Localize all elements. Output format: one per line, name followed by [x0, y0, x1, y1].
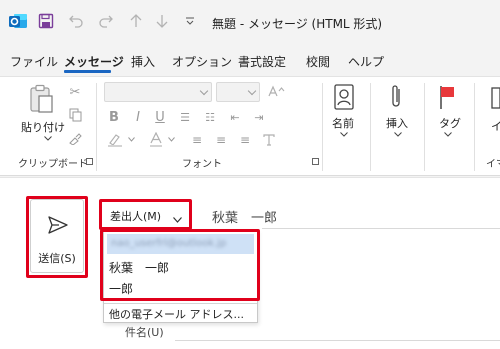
ribbon-separator: [322, 83, 323, 171]
grow-font-icon[interactable]: [266, 84, 286, 100]
ribbon-separator: [96, 83, 97, 171]
tag-chevron-icon[interactable]: [442, 129, 454, 139]
numbering-icon[interactable]: ☷: [203, 110, 217, 124]
customize-toolbar-icon[interactable]: [180, 11, 200, 31]
align-right-icon[interactable]: ≡: [238, 133, 252, 147]
dropdown-highlight-box: [100, 229, 260, 301]
ribbon-separator: [370, 83, 371, 171]
font-size-combo[interactable]: [216, 82, 260, 102]
dropdown-other-address[interactable]: 他の電子メール アドレス...: [109, 306, 244, 322]
underline-icon[interactable]: U: [154, 110, 166, 125]
clipboard-group-label: クリップボード: [18, 159, 88, 170]
attach-file-icon[interactable]: [385, 82, 407, 112]
tab-message[interactable]: メッセージ: [64, 53, 124, 70]
font-launcher-icon[interactable]: [312, 158, 319, 165]
from-field-underline: [262, 228, 500, 229]
subject-label: 件名(U): [125, 326, 164, 339]
dropdown-separator: [104, 303, 257, 304]
tab-options[interactable]: オプション: [172, 53, 232, 70]
ribbon-separator: [424, 83, 425, 171]
save-icon[interactable]: [36, 11, 56, 31]
subject-field-underline[interactable]: [175, 340, 500, 341]
clear-format-icon[interactable]: [262, 132, 276, 148]
down-arrow-icon[interactable]: [152, 11, 172, 31]
font-color-icon[interactable]: [148, 131, 164, 149]
font-name-combo[interactable]: [104, 82, 212, 102]
tab-help[interactable]: ヘルプ: [348, 53, 384, 70]
font-group-label: フォント: [182, 159, 222, 170]
active-tab-indicator: [64, 70, 111, 73]
italic-icon[interactable]: I: [132, 110, 144, 125]
ribbon-separator: [474, 83, 475, 171]
paste-icon[interactable]: [26, 83, 56, 115]
from-display-name: 秋葉 一郎: [212, 211, 278, 226]
names-chevron-icon[interactable]: [338, 129, 350, 139]
partial-label[interactable]: イ: [491, 118, 500, 134]
font-color-chevron-icon[interactable]: [166, 134, 176, 144]
outlook-app-icon: [8, 11, 28, 31]
flag-icon[interactable]: [436, 82, 458, 112]
partial-group-label: イマ: [486, 159, 500, 170]
bold-icon[interactable]: B: [108, 110, 120, 125]
tab-review[interactable]: 校閲: [306, 53, 330, 70]
up-arrow-icon[interactable]: [126, 11, 146, 31]
partial-group-icon[interactable]: [488, 85, 500, 113]
align-left-icon[interactable]: ≡: [190, 133, 204, 147]
bullets-icon[interactable]: ☰: [178, 110, 192, 124]
highlight-icon[interactable]: [106, 132, 124, 148]
undo-icon[interactable]: [66, 11, 86, 31]
tab-file[interactable]: ファイル: [10, 53, 58, 70]
tab-format[interactable]: 書式設定: [238, 53, 286, 70]
send-highlight-box: [26, 196, 88, 278]
decrease-indent-icon[interactable]: ⇤: [228, 110, 242, 124]
tab-insert[interactable]: 挿入: [131, 53, 155, 70]
highlight-chevron-icon[interactable]: [126, 134, 136, 144]
align-center-icon[interactable]: ≡: [214, 133, 228, 147]
clipboard-launcher-icon[interactable]: [86, 158, 93, 165]
cut-icon[interactable]: ✂: [67, 84, 83, 100]
format-painter-icon[interactable]: [67, 130, 83, 146]
from-highlight-box: [99, 199, 192, 230]
window-title: 無題 - メッセージ (HTML 形式): [212, 17, 383, 31]
title-bar: 無題 - メッセージ (HTML 形式): [0, 0, 500, 44]
address-book-icon[interactable]: [331, 82, 357, 112]
copy-icon[interactable]: [67, 107, 83, 123]
ribbon: 貼り付け ✂ クリップボード B I U ☰ ☷ ⇤ ⇥ ≡ ≡ ≡ フォント …: [0, 76, 500, 176]
increase-indent-icon[interactable]: ⇥: [252, 110, 266, 124]
paste-dropdown-chevron-icon[interactable]: [42, 133, 54, 143]
redo-icon[interactable]: [96, 11, 116, 31]
include-chevron-icon[interactable]: [392, 129, 404, 139]
